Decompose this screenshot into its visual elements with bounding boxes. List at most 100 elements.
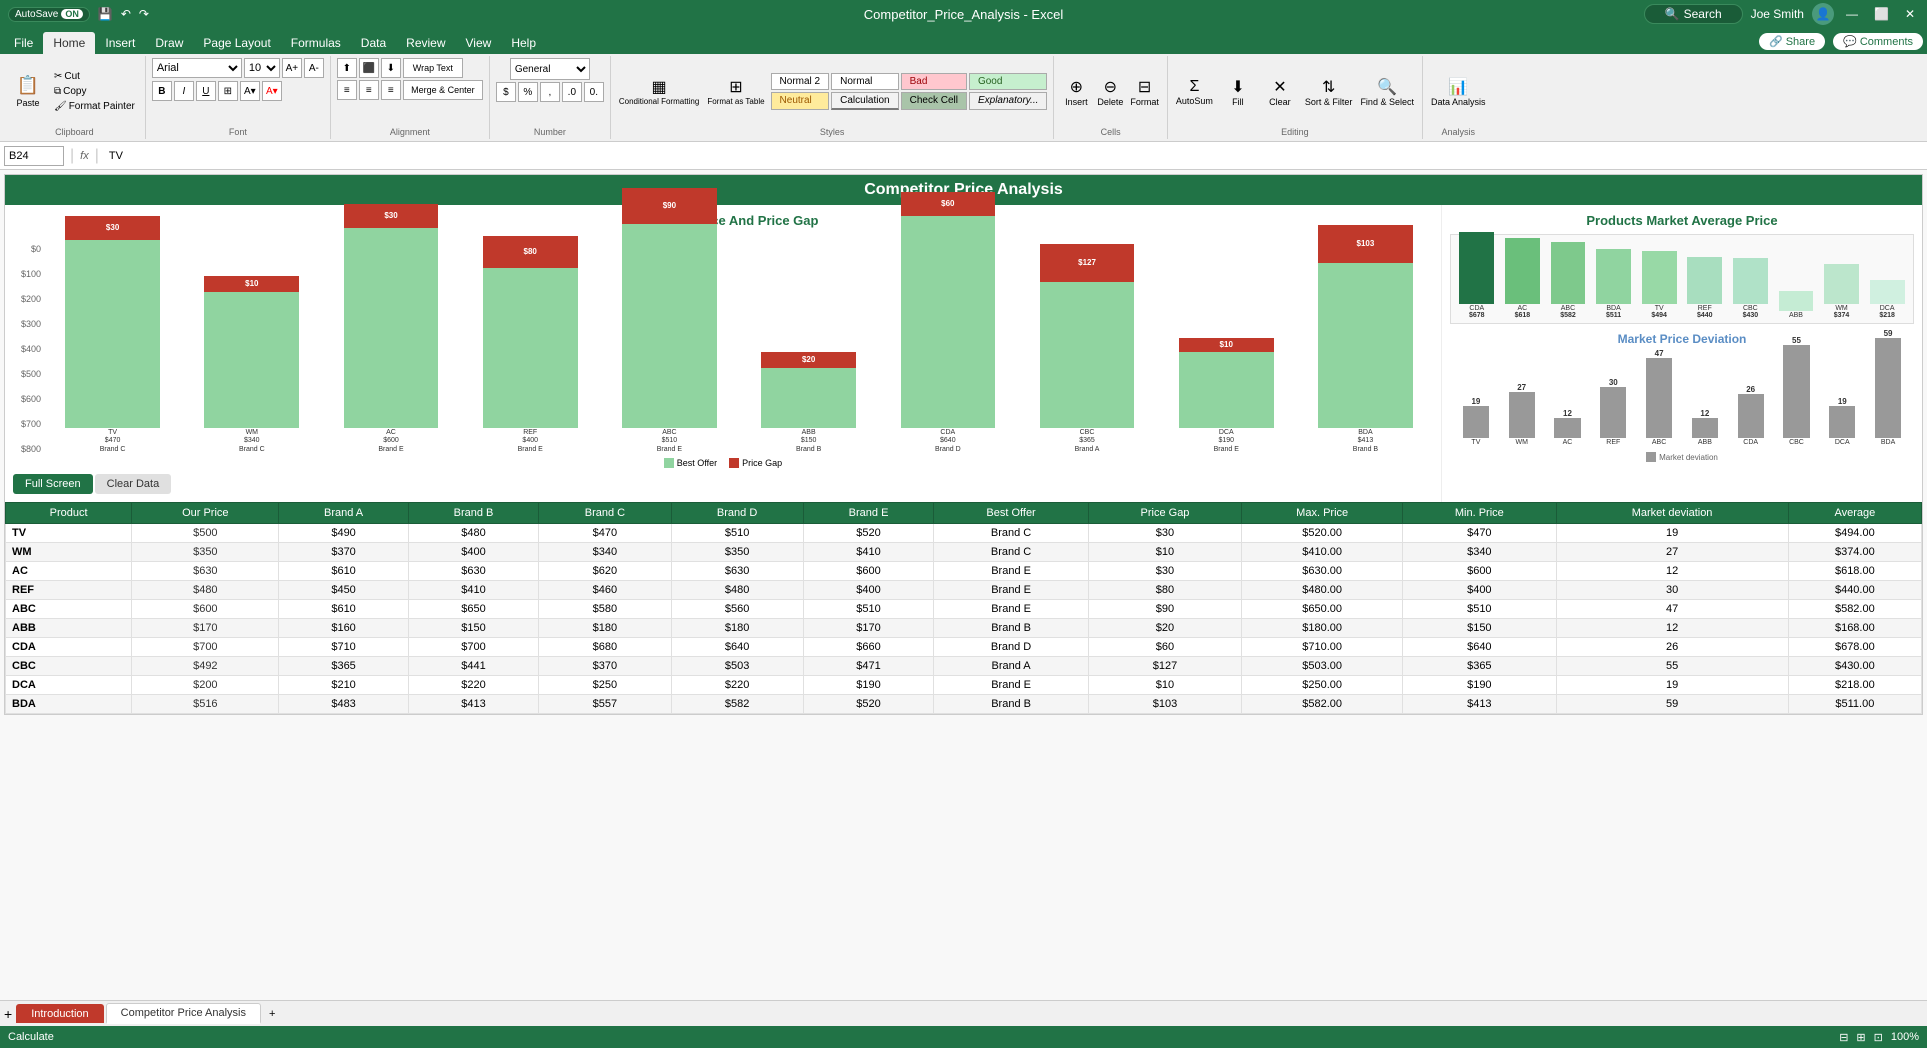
tab-insert[interactable]: Insert (95, 32, 145, 54)
table-cell[interactable]: $492 (132, 657, 279, 676)
table-cell[interactable]: $630 (132, 562, 279, 581)
table-cell[interactable]: 12 (1556, 619, 1788, 638)
table-cell[interactable]: $700 (132, 638, 279, 657)
fill-btn[interactable]: ⬇ Fill (1219, 75, 1257, 109)
fill-color-btn[interactable]: A▾ (240, 81, 260, 101)
table-cell[interactable]: $503.00 (1242, 657, 1403, 676)
table-cell[interactable]: $340 (539, 543, 671, 562)
style-calculation[interactable]: Calculation (831, 92, 898, 110)
table-cell[interactable]: ABC (6, 600, 132, 619)
table-cell[interactable]: 30 (1556, 581, 1788, 600)
table-cell[interactable]: $365 (279, 657, 408, 676)
table-cell[interactable]: $630 (408, 562, 539, 581)
clear-btn[interactable]: ✕ Clear (1261, 75, 1299, 109)
table-cell[interactable]: $510 (1403, 600, 1556, 619)
font-size-select[interactable]: 10 (244, 58, 280, 78)
table-cell[interactable]: $410 (803, 543, 934, 562)
table-cell[interactable]: $103 (1088, 695, 1241, 714)
table-cell[interactable]: 19 (1556, 524, 1788, 543)
table-cell[interactable]: $400 (803, 581, 934, 600)
table-cell[interactable]: $520.00 (1242, 524, 1403, 543)
table-cell[interactable]: $480.00 (1242, 581, 1403, 600)
table-cell[interactable]: $30 (1088, 562, 1241, 581)
table-cell[interactable]: $410 (408, 581, 539, 600)
table-cell[interactable]: $150 (408, 619, 539, 638)
table-cell[interactable]: $471 (803, 657, 934, 676)
cell-reference[interactable] (4, 146, 64, 166)
table-cell[interactable]: AC (6, 562, 132, 581)
table-cell[interactable]: CBC (6, 657, 132, 676)
table-cell[interactable]: $610 (279, 562, 408, 581)
data-analysis-btn[interactable]: 📊 Data Analysis (1429, 75, 1488, 109)
table-cell[interactable]: $678.00 (1788, 638, 1921, 657)
table-cell[interactable]: $511.00 (1788, 695, 1921, 714)
table-cell[interactable]: $400 (1403, 581, 1556, 600)
table-cell[interactable]: $180 (539, 619, 671, 638)
table-cell[interactable]: $610 (279, 600, 408, 619)
sheet-tab-analysis[interactable]: Competitor Price Analysis (106, 1003, 261, 1024)
table-cell[interactable]: $557 (539, 695, 671, 714)
table-cell[interactable]: 47 (1556, 600, 1788, 619)
tab-view[interactable]: View (456, 32, 502, 54)
sheet-tab-introduction[interactable]: Introduction (16, 1004, 103, 1023)
table-cell[interactable]: $170 (803, 619, 934, 638)
table-cell[interactable]: $450 (279, 581, 408, 600)
table-cell[interactable]: $460 (539, 581, 671, 600)
table-cell[interactable]: $170 (132, 619, 279, 638)
table-cell[interactable]: $365 (1403, 657, 1556, 676)
table-cell[interactable]: $220 (408, 676, 539, 695)
font-name-select[interactable]: Arial (152, 58, 242, 78)
table-cell[interactable]: $410.00 (1242, 543, 1403, 562)
share-btn[interactable]: 🔗 Share (1759, 33, 1825, 50)
align-right-btn[interactable]: ≡ (381, 80, 401, 100)
table-cell[interactable]: $60 (1088, 638, 1241, 657)
table-cell[interactable]: 12 (1556, 562, 1788, 581)
delete-btn[interactable]: ⊖ Delete (1094, 75, 1126, 109)
table-cell[interactable]: $710.00 (1242, 638, 1403, 657)
table-cell[interactable]: $413 (1403, 695, 1556, 714)
style-good[interactable]: Good (969, 73, 1047, 90)
align-center-btn[interactable]: ≡ (359, 80, 379, 100)
align-bottom-btn[interactable]: ⬇ (381, 58, 401, 78)
table-cell[interactable]: $20 (1088, 619, 1241, 638)
table-cell[interactable]: $370 (279, 543, 408, 562)
table-cell[interactable]: Brand B (934, 695, 1088, 714)
table-cell[interactable]: $470 (1403, 524, 1556, 543)
table-cell[interactable]: $180 (671, 619, 803, 638)
table-cell[interactable]: $10 (1088, 543, 1241, 562)
table-cell[interactable]: $127 (1088, 657, 1241, 676)
style-normal[interactable]: Normal (831, 73, 898, 90)
table-cell[interactable]: $630.00 (1242, 562, 1403, 581)
tab-page-layout[interactable]: Page Layout (193, 32, 280, 54)
table-cell[interactable]: $200 (132, 676, 279, 695)
table-cell[interactable]: $600 (132, 600, 279, 619)
table-cell[interactable]: $580 (539, 600, 671, 619)
cut-button[interactable]: ✂ Cut (50, 70, 139, 83)
bold-btn[interactable]: B (152, 81, 172, 101)
table-cell[interactable]: $180.00 (1242, 619, 1403, 638)
table-cell[interactable]: $600 (803, 562, 934, 581)
table-cell[interactable]: $250 (539, 676, 671, 695)
table-cell[interactable]: $480 (671, 581, 803, 600)
font-color-btn[interactable]: A▾ (262, 81, 282, 101)
table-cell[interactable]: $340 (1403, 543, 1556, 562)
table-cell[interactable]: 19 (1556, 676, 1788, 695)
table-cell[interactable]: $160 (279, 619, 408, 638)
table-cell[interactable]: $90 (1088, 600, 1241, 619)
tab-help[interactable]: Help (501, 32, 546, 54)
table-cell[interactable]: $500 (132, 524, 279, 543)
table-cell[interactable]: $150 (1403, 619, 1556, 638)
table-cell[interactable]: $700 (408, 638, 539, 657)
table-cell[interactable]: $510 (671, 524, 803, 543)
full-screen-btn[interactable]: Full Screen (13, 474, 93, 494)
tab-draw[interactable]: Draw (145, 32, 193, 54)
find-select-btn[interactable]: 🔍 Find & Select (1358, 75, 1416, 109)
table-cell[interactable]: Brand E (934, 600, 1088, 619)
table-cell[interactable]: $620 (539, 562, 671, 581)
table-cell[interactable]: $630 (671, 562, 803, 581)
formula-input[interactable] (105, 146, 1923, 166)
add-sheet-btn[interactable]: + (4, 1006, 12, 1022)
table-cell[interactable]: 59 (1556, 695, 1788, 714)
tab-file[interactable]: File (4, 32, 43, 54)
tab-home[interactable]: Home (43, 32, 95, 54)
